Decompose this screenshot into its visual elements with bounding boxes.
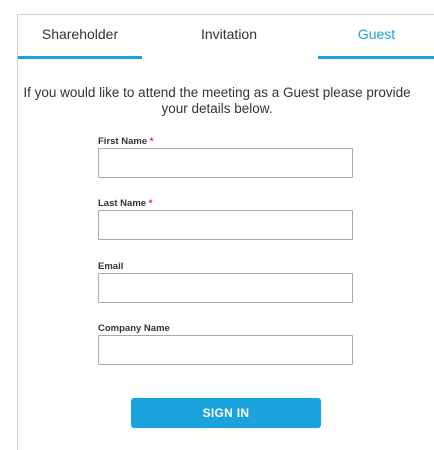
last-name-input[interactable] (98, 210, 353, 240)
tab-shareholder-label: Shareholder (41, 26, 119, 42)
email-label-text: Email (98, 261, 124, 272)
tab-shareholder[interactable]: Shareholder (18, 15, 142, 59)
email-label: Email (98, 261, 123, 272)
first-name-input[interactable] (98, 148, 353, 178)
tab-guest[interactable]: Guest (318, 15, 434, 59)
email-input[interactable] (98, 273, 353, 303)
last-name-label: Last Name * (98, 198, 152, 209)
guest-instructions-line-1: If you would like to attend the meeting … (23, 85, 411, 100)
company-name-label-text: Company Name (98, 323, 170, 334)
guest-instructions: If you would like to attend the meeting … (0, 85, 434, 117)
tab-invitation[interactable]: Invitation (142, 15, 316, 59)
company-name-label: Company Name (98, 323, 170, 334)
company-name-input[interactable] (98, 335, 353, 365)
required-marker: * (149, 136, 154, 147)
required-marker: * (148, 198, 153, 209)
first-name-label-text: First Name (98, 136, 148, 147)
sign-in-button[interactable]: SIGN IN (131, 398, 321, 428)
tab-bar: Shareholder Invitation Guest (18, 15, 434, 59)
tab-underline (18, 56, 142, 59)
tab-active-underline (318, 56, 434, 59)
tab-guest-label: Guest (357, 26, 396, 42)
first-name-label: First Name * (98, 136, 153, 147)
last-name-label-text: Last Name (98, 198, 147, 209)
tab-invitation-label: Invitation (200, 26, 258, 42)
guest-instructions-line-2: your details below. (161, 101, 273, 116)
